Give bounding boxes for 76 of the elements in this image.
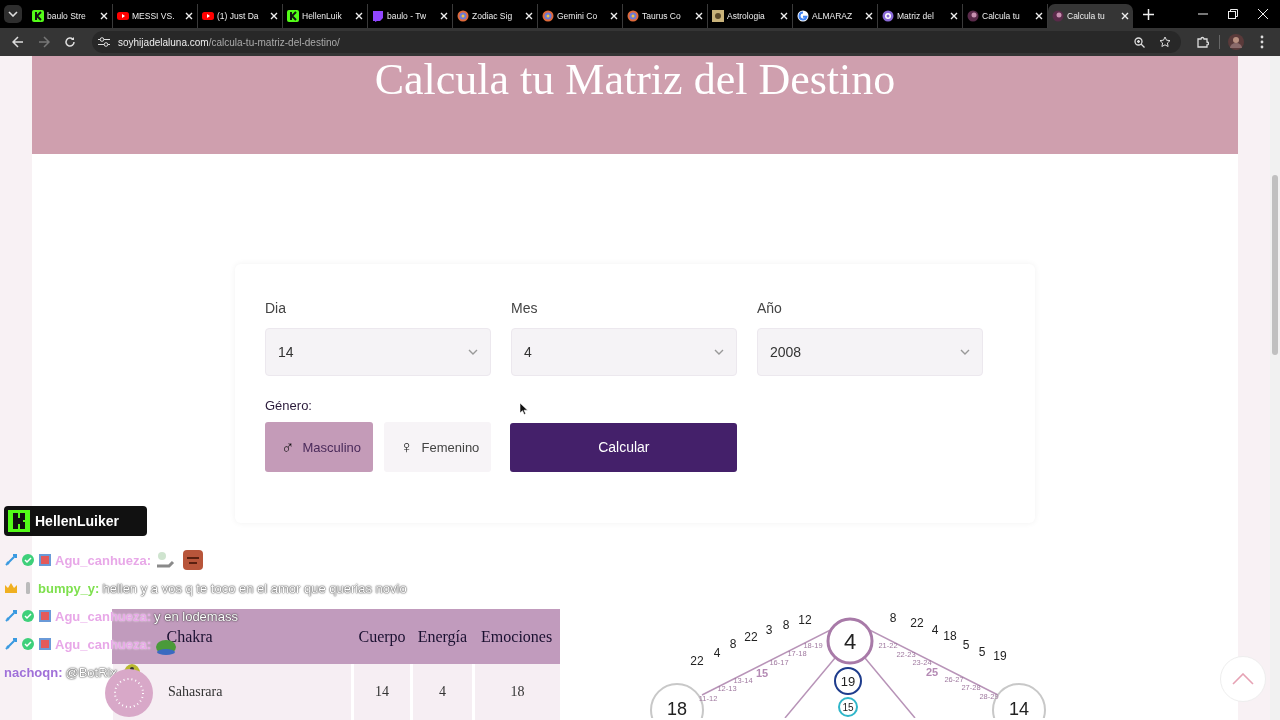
new-tab-icon[interactable] — [1143, 8, 1154, 20]
chat-message: @BotRix — [65, 664, 117, 680]
field-label: Año — [757, 300, 783, 317]
chevron-down-icon — [468, 349, 478, 356]
favicon-icon — [1052, 10, 1064, 22]
chevron-down-icon — [8, 11, 18, 17]
close-tab-icon[interactable] — [780, 12, 788, 20]
select-field[interactable]: 4 — [511, 328, 737, 377]
chat-badge-icon — [38, 553, 52, 567]
close-tab-icon[interactable] — [185, 12, 193, 20]
restore-icon[interactable] — [1228, 9, 1238, 19]
favicon-icon — [457, 10, 469, 22]
chat-badge-icon — [4, 553, 18, 567]
close-tab-icon[interactable] — [525, 12, 533, 20]
chat-username: bumpy_y: — [38, 580, 100, 596]
favicon-icon — [882, 10, 894, 22]
gender-option[interactable]: ♀ Femenino — [384, 422, 492, 473]
kick-logo-icon — [5, 507, 33, 535]
close-tab-icon[interactable] — [950, 12, 958, 20]
select-field[interactable]: 2008 — [757, 328, 983, 377]
field-label: Mes — [511, 300, 539, 317]
chat-badge-icon — [38, 609, 52, 623]
chat-badge-icon — [4, 637, 18, 651]
favicon-icon — [202, 10, 214, 22]
close-tab-icon[interactable] — [1121, 12, 1129, 20]
table-cell: 18 — [473, 664, 560, 720]
mouse-cursor-icon — [520, 403, 528, 415]
close-tab-icon[interactable] — [270, 12, 278, 20]
close-tab-icon[interactable] — [100, 12, 108, 20]
close-tab-icon[interactable] — [695, 12, 703, 20]
chat-badge-icon — [4, 609, 18, 623]
chat-username: Agu_canhueza: — [55, 552, 152, 568]
address-bar[interactable]: soyhijadelaluna.com/calcula-tu-matriz-del-destino/ — [92, 31, 1181, 53]
calculate-button[interactable]: Calcular — [510, 422, 738, 472]
close-tab-icon[interactable] — [610, 12, 618, 20]
column-header: Energía — [411, 609, 474, 664]
close-icon[interactable] — [1258, 9, 1268, 19]
channel-badge: HellenLuiker — [4, 506, 147, 536]
close-tab-icon[interactable] — [1035, 12, 1043, 20]
table-cell: 4 — [411, 664, 474, 720]
favicon-icon — [32, 10, 44, 22]
site-settings-icon[interactable] — [98, 37, 110, 47]
favicon-icon — [542, 10, 554, 22]
chevron-up-icon — [1232, 673, 1254, 685]
favicon-icon — [372, 10, 384, 22]
chat-message: hellen y a vos q te toco en el amor que querias novio — [102, 580, 407, 596]
column-header: Cuerpo — [352, 609, 412, 664]
column-header: Emociones — [473, 609, 560, 664]
zoom-icon[interactable] — [1134, 36, 1145, 48]
bookmark-star-icon[interactable] — [1159, 36, 1171, 48]
favicon-icon — [967, 10, 979, 22]
chevron-down-icon — [960, 349, 970, 356]
field-label: Dia — [265, 300, 287, 317]
tab-search-button[interactable] — [4, 5, 22, 23]
gender-option[interactable]: ♂ Masculino — [265, 422, 374, 473]
close-tab-icon[interactable] — [440, 12, 448, 20]
favicon-icon — [712, 10, 724, 22]
table-cell: 14 — [352, 664, 412, 720]
select-field[interactable]: 14 — [265, 328, 491, 377]
emote-icon — [181, 548, 206, 572]
favicon-icon — [627, 10, 639, 22]
gender-label: Género: — [265, 398, 312, 414]
favicon-icon — [117, 10, 129, 22]
close-tab-icon[interactable] — [865, 12, 873, 20]
page-title: Calcula tu Matriz del Destino — [374, 56, 896, 106]
url-text: soyhijadelaluna.com/calcula-tu-matriz-del-destino/ — [118, 36, 341, 48]
chat-badge-icon — [4, 581, 18, 595]
chat-message: y en lodemass — [154, 608, 238, 624]
close-tab-icon[interactable] — [355, 12, 363, 20]
chat-username: nachoqn: — [4, 664, 63, 680]
favicon-icon — [287, 10, 299, 22]
profile-avatar[interactable] — [1226, 34, 1246, 50]
favicon-icon — [797, 10, 809, 22]
chevron-down-icon — [714, 349, 724, 356]
chat-badge-icon — [38, 637, 52, 651]
browser-tab[interactable]: Calcula tu — [1048, 4, 1133, 28]
